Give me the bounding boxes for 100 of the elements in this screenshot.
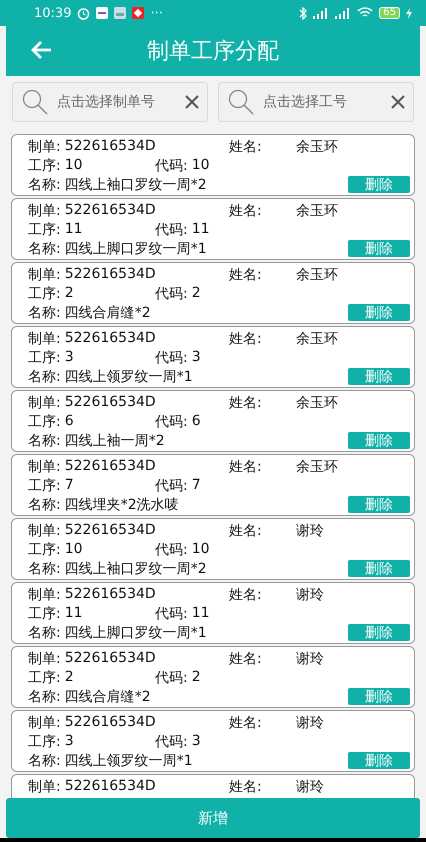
field-value: 3 <box>64 732 74 750</box>
field-value: 522616534D <box>64 778 156 796</box>
field-label: 代码: <box>155 540 188 558</box>
field-label: 名称: <box>28 688 61 706</box>
field-label: 姓名: <box>229 586 263 604</box>
field-value: 522616534D <box>64 650 156 668</box>
field-value: 522616534D <box>64 394 156 412</box>
delete-button[interactable]: 删除 <box>348 624 410 641</box>
field-value: 余玉环 <box>296 394 338 412</box>
field-value: 3 <box>64 348 74 366</box>
field-value: 10 <box>64 156 83 174</box>
search-field[interactable]: 点击选择工号 <box>218 82 414 122</box>
field-value: 谢玲 <box>296 586 324 604</box>
field-value: 四线上领罗纹一周*1 <box>64 368 193 386</box>
wifi-icon <box>357 7 374 19</box>
field-value: 余玉环 <box>296 458 338 476</box>
field-label: 姓名: <box>229 202 263 220</box>
field-label: 名称: <box>28 752 61 770</box>
field-value: 四线上领罗纹一周*1 <box>64 752 193 770</box>
alarm-icon <box>77 6 90 20</box>
field-label: 姓名: <box>229 778 263 796</box>
field-label: 姓名: <box>229 394 263 412</box>
charging-icon <box>406 8 412 18</box>
delete-button[interactable]: 删除 <box>348 240 410 257</box>
field-label: 工序: <box>28 540 61 558</box>
field-value: 2 <box>192 668 201 686</box>
field-label: 名称: <box>28 624 61 642</box>
close-icon[interactable] <box>391 95 405 109</box>
field-label: 制单: <box>28 394 61 412</box>
field-label: 代码: <box>155 156 188 174</box>
field-value: 余玉环 <box>296 330 338 348</box>
field-value: 10 <box>192 156 210 174</box>
clock: 10:39 <box>34 6 72 20</box>
search-icon <box>21 88 49 116</box>
delete-button[interactable]: 删除 <box>348 496 410 513</box>
field-value: 7 <box>64 476 74 494</box>
field-value: 522616534D <box>64 266 156 284</box>
field-value: 四线上脚口罗纹一周*1 <box>64 624 207 642</box>
delete-button[interactable]: 删除 <box>348 688 410 705</box>
field-label: 姓名: <box>229 138 263 156</box>
field-label: 名称: <box>28 560 61 578</box>
field-label: 名称: <box>28 176 61 194</box>
field-label: 工序: <box>28 348 61 366</box>
field-value: 11 <box>192 604 210 622</box>
field-label: 名称: <box>28 304 61 322</box>
delete-button[interactable]: 删除 <box>348 304 410 321</box>
field-label: 代码: <box>155 220 188 238</box>
field-value: 2 <box>64 284 74 302</box>
field-value: 6 <box>192 412 201 430</box>
more-indicator: ··· <box>150 6 163 20</box>
field-label: 工序: <box>28 156 61 174</box>
field-label: 制单: <box>28 650 61 668</box>
field-label: 制单: <box>28 202 61 220</box>
field-label: 制单: <box>28 586 61 604</box>
back-arrow-icon[interactable] <box>30 40 52 60</box>
field-value: 四线上袖一周*2 <box>64 432 165 450</box>
field-label: 名称: <box>28 368 61 386</box>
page-title: 制单工序分配 <box>147 38 279 66</box>
field-value: 522616534D <box>64 522 156 540</box>
field-label: 代码: <box>155 668 188 686</box>
delete-button[interactable]: 删除 <box>348 176 410 193</box>
app-icon <box>114 7 126 19</box>
field-value: 四线上脚口罗纹一周*1 <box>64 240 207 258</box>
field-label: 工序: <box>28 284 61 302</box>
field-label: 工序: <box>28 732 61 750</box>
field-value: 谢玲 <box>296 778 324 796</box>
field-value: 11 <box>64 604 83 622</box>
field-label: 制单: <box>28 458 61 476</box>
search-icon <box>227 88 255 116</box>
field-value: 四线合肩缝*2 <box>64 304 151 322</box>
signal-icon <box>335 8 352 18</box>
search-input[interactable]: 点击选择工号 <box>261 93 385 111</box>
field-value: 522616534D <box>64 138 156 156</box>
field-value: 四线合肩缝*2 <box>64 688 151 706</box>
field-value: 谢玲 <box>296 714 324 732</box>
field-value: 谢玲 <box>296 522 324 540</box>
field-label: 制单: <box>28 266 61 284</box>
field-value: 522616534D <box>64 458 156 476</box>
field-value: 3 <box>192 348 201 366</box>
delete-button[interactable]: 删除 <box>348 752 410 769</box>
delete-button[interactable]: 删除 <box>348 368 410 385</box>
delete-button[interactable]: 删除 <box>348 560 410 577</box>
signal-icon <box>313 8 330 18</box>
delete-button[interactable]: 删除 <box>348 432 410 449</box>
search-field[interactable]: 点击选择制单号 <box>12 82 208 122</box>
field-label: 姓名: <box>229 714 263 732</box>
add-button[interactable]: 新增 <box>6 798 420 838</box>
field-value: 522616534D <box>64 202 156 220</box>
close-icon[interactable] <box>185 95 199 109</box>
field-value: 四线上袖口罗纹一周*2 <box>64 560 207 578</box>
field-label: 名称: <box>28 432 61 450</box>
field-label: 制单: <box>28 330 61 348</box>
field-label: 制单: <box>28 138 61 156</box>
field-label: 工序: <box>28 668 61 686</box>
field-label: 工序: <box>28 412 61 430</box>
field-value: 10 <box>192 540 210 558</box>
field-label: 姓名: <box>229 266 263 284</box>
field-label: 代码: <box>155 732 188 750</box>
search-input[interactable]: 点击选择制单号 <box>55 93 179 111</box>
bluetooth-icon <box>299 6 308 20</box>
